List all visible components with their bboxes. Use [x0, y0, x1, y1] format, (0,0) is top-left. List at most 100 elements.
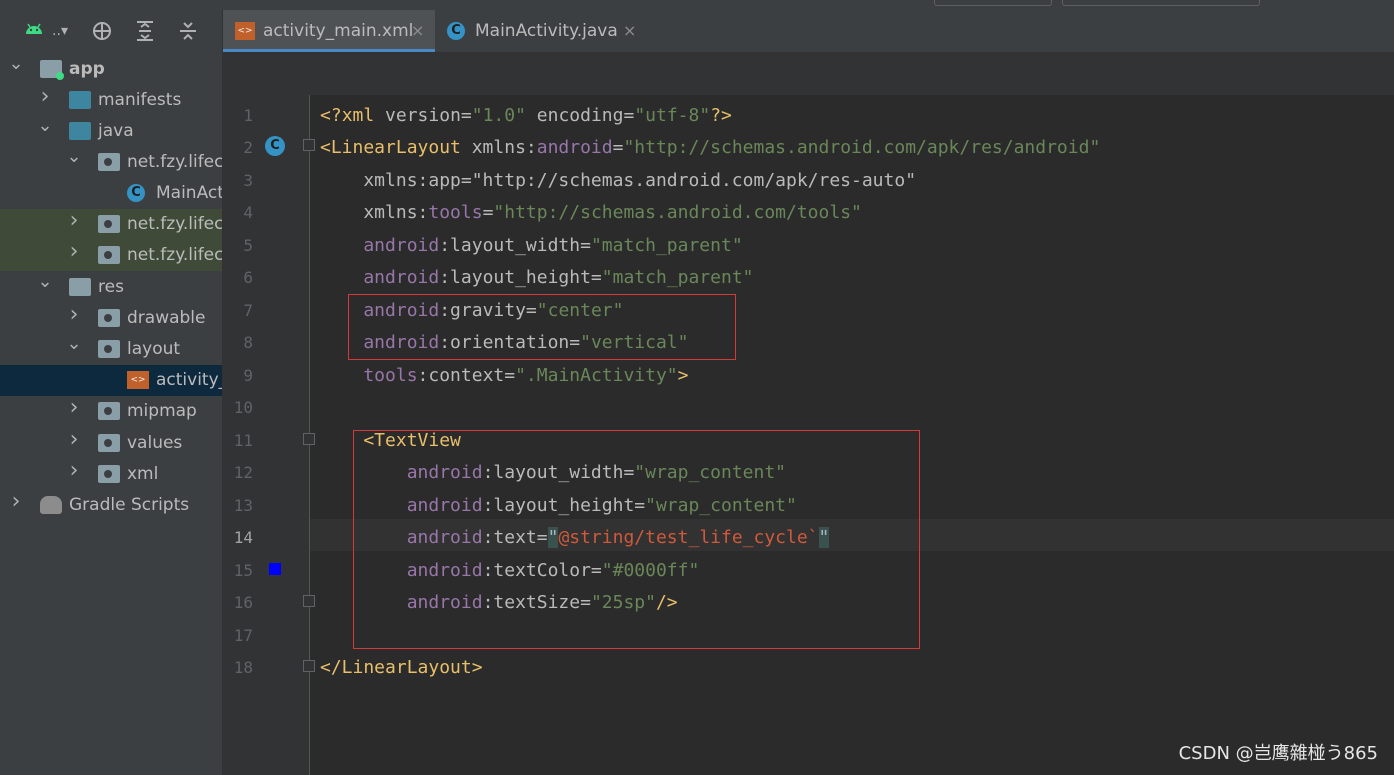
chevron-right-icon[interactable]: ›	[66, 241, 82, 263]
code-line[interactable]: tools:context=".MainActivity">	[320, 365, 688, 387]
code-line[interactable]: xmlns:app="http://schemas.android.com/ap…	[320, 170, 916, 192]
line-number: 10	[233, 398, 253, 417]
folder-icon	[98, 402, 120, 420]
chevron-right-icon[interactable]: ›	[66, 210, 82, 232]
tree-item-label: net.fzy.lifecy	[127, 214, 222, 234]
tab-activity-main-xml[interactable]: <> activity_main.xml ×	[223, 10, 435, 52]
java-class-icon: C	[127, 184, 145, 202]
chevron-right-icon[interactable]: ›	[66, 460, 82, 482]
class-reference-gutter-icon[interactable]: C	[265, 136, 285, 156]
chevron-right-icon[interactable]: ›	[8, 491, 24, 513]
tree-item-manifests[interactable]: › manifests	[0, 85, 222, 116]
line-number: 7	[243, 301, 253, 320]
package-dot	[104, 439, 112, 447]
tree-item-gradle-scripts[interactable]: › Gradle Scripts	[0, 490, 222, 521]
fold-marker-icon[interactable]	[303, 660, 315, 672]
tab-label: MainActivity.java	[475, 21, 618, 41]
tree-item-label: Gradle Scripts	[69, 495, 190, 515]
package-dot	[104, 158, 112, 166]
line-number: 17	[233, 626, 253, 645]
crosshair-icon[interactable]	[90, 20, 114, 42]
code-line[interactable]: xmlns:tools="http://schemas.android.com/…	[320, 202, 862, 224]
tab-mainactivity-java[interactable]: C MainActivity.java ×	[435, 10, 647, 52]
fold-marker-icon[interactable]	[303, 433, 315, 445]
folder-icon	[98, 465, 120, 483]
chevron-right-icon[interactable]: ›	[66, 429, 82, 451]
line-number: 18	[233, 658, 253, 677]
toolbar-button-run-config[interactable]	[934, 0, 1052, 6]
module-icon	[40, 60, 64, 80]
tree-item-label: net.fzy.lifecy	[127, 152, 222, 172]
tree-item-label: MainAct	[156, 183, 222, 203]
tree-item-xml[interactable]: › xml	[0, 459, 222, 490]
tree-item-label: java	[98, 121, 134, 141]
tree-item-label: values	[127, 433, 183, 453]
package-dot	[104, 251, 112, 259]
package-dot	[104, 314, 112, 322]
package-dot	[104, 407, 112, 415]
tree-item-label: drawable	[127, 308, 206, 328]
line-number: 6	[243, 268, 253, 287]
chevron-right-icon[interactable]: ›	[66, 397, 82, 419]
package-icon	[98, 215, 120, 233]
project-view-dropdown[interactable]: ..▾	[46, 20, 74, 42]
code-line[interactable]: android:layout_width="match_parent"	[320, 235, 742, 257]
close-icon[interactable]: ×	[411, 20, 424, 42]
color-swatch-gutter-icon[interactable]	[269, 563, 281, 575]
line-number: 13	[233, 496, 253, 515]
code-editor[interactable]: 1 <?xml version="1.0" encoding="utf-8"?> 2…	[223, 95, 1394, 775]
line-number: 15	[233, 561, 253, 580]
chevron-right-icon[interactable]: ›	[66, 304, 82, 326]
annotation-box-textview	[353, 430, 920, 649]
annotation-box-gravity	[348, 294, 736, 360]
chevron-right-icon[interactable]: ›	[37, 86, 53, 108]
chevron-down-icon[interactable]: ⌄	[8, 54, 24, 74]
line-number: 9	[243, 366, 253, 385]
tree-item-label: manifests	[98, 90, 182, 110]
line-number: 12	[233, 463, 253, 482]
chevron-down-icon[interactable]: ⌄	[66, 334, 82, 354]
tree-item-label: mipmap	[127, 401, 197, 421]
editor-tab-bar: <> activity_main.xml × C MainActivity.ja…	[223, 10, 1394, 53]
code-line[interactable]: android:layout_height="match_parent"	[320, 267, 753, 289]
tab-label: activity_main.xml	[263, 21, 414, 41]
tree-item-values[interactable]: › values	[0, 428, 222, 459]
android-icon[interactable]	[22, 20, 46, 42]
folder-icon	[98, 340, 120, 358]
tree-item-net-fzy-lifecy[interactable]: ⌄ net.fzy.lifecy	[0, 147, 222, 178]
line-number: 8	[243, 333, 253, 352]
tree-item-net-fzy-lifecy[interactable]: › net.fzy.lifecy	[0, 209, 222, 240]
tree-item-java[interactable]: ⌄ java	[0, 116, 222, 147]
expand-all-icon[interactable]	[133, 20, 157, 42]
folder-icon	[69, 91, 91, 109]
collapse-all-icon[interactable]	[176, 20, 200, 42]
project-toolbar: ..▾	[0, 10, 222, 52]
folder-icon	[69, 278, 91, 296]
tree-item-res[interactable]: ⌄ res	[0, 272, 222, 303]
watermark: CSDN @岂鹰雜椪う865	[1178, 743, 1378, 764]
folder-icon	[98, 434, 120, 452]
chevron-down-icon[interactable]: ⌄	[37, 272, 53, 292]
tree-item-label: activity_	[156, 370, 222, 390]
code-line[interactable]: <LinearLayout xmlns:android="http://sche…	[320, 137, 1100, 159]
chevron-down-icon[interactable]: ⌄	[66, 147, 82, 167]
tree-item-activity[interactable]: <> activity_	[0, 365, 222, 396]
toolbar-button-device[interactable]	[1062, 0, 1260, 6]
fold-marker-icon[interactable]	[303, 139, 315, 151]
chevron-down-icon[interactable]: ⌄	[37, 116, 53, 136]
java-class-icon: C	[447, 22, 465, 40]
tree-item-layout[interactable]: ⌄ layout	[0, 334, 222, 365]
line-number: 5	[243, 236, 253, 255]
tree-item-app[interactable]: ⌄ app	[0, 54, 222, 85]
tree-item-drawable[interactable]: › drawable	[0, 303, 222, 334]
xml-file-icon: <>	[127, 371, 149, 389]
code-line[interactable]: <?xml version="1.0" encoding="utf-8"?>	[320, 105, 732, 127]
fold-marker-icon[interactable]	[303, 595, 315, 607]
close-icon[interactable]: ×	[623, 20, 636, 42]
code-line[interactable]: </LinearLayout>	[320, 657, 483, 679]
editor-breadcrumb-bar	[223, 53, 1394, 95]
tree-item-mainact[interactable]: C MainAct	[0, 178, 222, 209]
tree-item-mipmap[interactable]: › mipmap	[0, 396, 222, 427]
tree-item-net-fzy-lifecy[interactable]: › net.fzy.lifecy	[0, 240, 222, 271]
tree-item-label: res	[98, 277, 124, 297]
